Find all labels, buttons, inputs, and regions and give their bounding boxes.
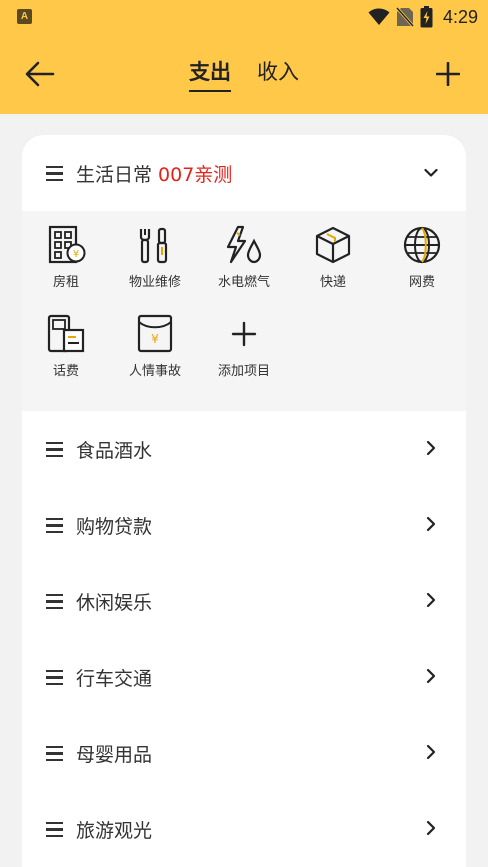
plus-icon	[231, 321, 257, 347]
svg-text:¥: ¥	[151, 332, 159, 346]
chevron-right-icon	[426, 516, 436, 532]
phone-bill-icon	[47, 314, 85, 353]
building-rent-icon: ¥	[48, 225, 86, 264]
subcategory-grid: ¥ 房租 物业维修 水电燃气 快递 网费 话费 ¥ 人情事故 添加项目	[22, 211, 466, 411]
category-row[interactable]: 购物贷款	[22, 487, 466, 563]
subcategory-label: 水电燃气	[217, 275, 270, 290]
category-label: 购物贷款	[76, 516, 153, 538]
subcategory-label: 网费	[408, 275, 435, 290]
chevron-right-icon	[426, 592, 436, 608]
subcategory-gifts[interactable]: ¥ 人情事故	[111, 300, 199, 380]
category-card: 生活日常 007亲测 ¥ 房租 物业维修 水电燃气 快递 网费 话费 ¥ 人情事…	[22, 135, 466, 867]
subcategory-utilities[interactable]: 水电燃气	[200, 211, 288, 291]
globe-icon	[403, 226, 441, 264]
subcategory-label: 人情事故	[128, 364, 181, 379]
category-label: 旅游观光	[76, 820, 153, 842]
chevron-right-icon	[426, 820, 436, 836]
group-title: 生活日常 007亲测	[76, 160, 232, 187]
subcategory-label: 快递	[319, 275, 346, 290]
category-label: 行车交通	[76, 668, 153, 690]
add-subcategory-button[interactable]: 添加项目	[200, 300, 288, 380]
tab-income[interactable]: 收入	[257, 56, 299, 92]
subcategory-property-repair[interactable]: 物业维修	[111, 211, 199, 291]
status-indicators: 4:29	[368, 4, 478, 30]
tab-expense[interactable]: 支出	[189, 56, 231, 92]
subcategory-label: 添加项目	[217, 364, 270, 379]
plus-icon	[436, 62, 460, 86]
status-bar: A 4:29	[0, 0, 488, 34]
category-row[interactable]: 行车交通	[22, 639, 466, 715]
status-time: 4:29	[442, 6, 478, 27]
subcategory-internet[interactable]: 网费	[378, 211, 466, 291]
drag-handle-icon[interactable]	[46, 518, 63, 534]
category-label: 食品酒水	[76, 440, 153, 462]
subcategory-rent[interactable]: ¥ 房租	[22, 211, 110, 291]
chevron-down-icon[interactable]	[424, 166, 438, 180]
svg-text:¥: ¥	[73, 249, 79, 260]
battery-charging-icon	[420, 6, 433, 28]
category-row[interactable]: 母婴用品	[22, 715, 466, 791]
subcategory-phone-bill[interactable]: 话费	[22, 300, 110, 380]
chevron-right-icon	[426, 744, 436, 760]
app-bar: 支出 收入	[0, 34, 488, 114]
subcategory-label: 房租	[52, 275, 79, 290]
drag-handle-icon[interactable]	[46, 594, 63, 610]
drag-handle-icon[interactable]	[46, 746, 63, 762]
tools-icon	[139, 227, 168, 264]
group-title-text: 生活日常	[76, 164, 153, 186]
chevron-right-icon	[426, 440, 436, 456]
drag-handle-icon[interactable]	[46, 166, 63, 182]
group-note: 007亲测	[158, 164, 233, 186]
chevron-right-icon	[426, 668, 436, 684]
no-sim-icon	[395, 7, 414, 27]
category-row[interactable]: 旅游观光	[22, 791, 466, 867]
drag-handle-icon[interactable]	[46, 442, 63, 458]
category-label: 休闲娱乐	[76, 592, 153, 614]
drag-handle-icon[interactable]	[46, 670, 63, 686]
category-row[interactable]: 休闲娱乐	[22, 563, 466, 639]
app-notification-icon: A	[17, 9, 32, 24]
subcategory-label: 话费	[52, 364, 79, 379]
subcategory-label: 物业维修	[128, 275, 181, 290]
red-envelope-icon: ¥	[137, 314, 173, 353]
category-row[interactable]: 食品酒水	[22, 411, 466, 487]
category-label: 母婴用品	[76, 744, 153, 766]
subcategory-express[interactable]: 快递	[289, 211, 377, 291]
type-tabs: 支出 收入	[0, 56, 488, 92]
group-header-living[interactable]: 生活日常 007亲测	[22, 135, 466, 211]
package-icon	[315, 226, 351, 264]
wifi-icon	[368, 8, 390, 25]
utilities-icon	[226, 225, 262, 264]
add-category-button[interactable]	[430, 56, 466, 92]
drag-handle-icon[interactable]	[46, 822, 63, 838]
